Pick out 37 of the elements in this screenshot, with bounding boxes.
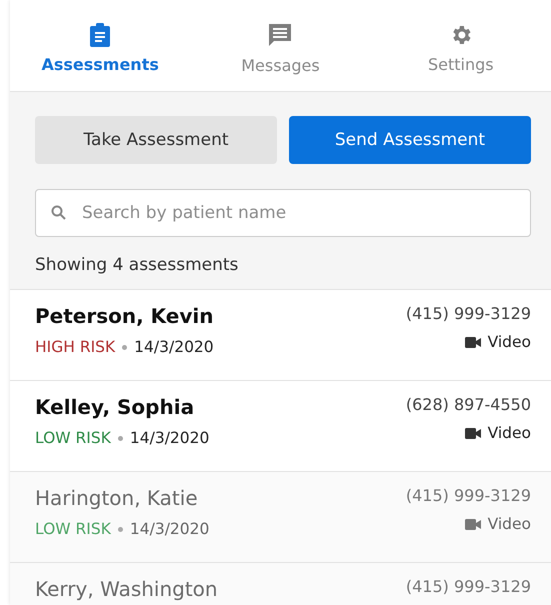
separator-dot bbox=[122, 344, 128, 350]
take-button[interactable]: Take Assessment bbox=[35, 116, 277, 164]
video-camera-icon bbox=[464, 336, 481, 348]
patient-name: Peterson, Kevin bbox=[35, 304, 214, 328]
message-icon bbox=[267, 22, 294, 48]
nav-tab[interactable]: Settings bbox=[370, 0, 551, 91]
nav-tab[interactable]: Messages bbox=[190, 0, 371, 91]
clipboard-icon bbox=[90, 23, 110, 47]
assessment-row[interactable]: Peterson, Kevin HIGH RISK 14/3/2020 (415) 999-3129 Video bbox=[10, 289, 551, 380]
separator-dot bbox=[118, 526, 123, 532]
phone-number: (415) 999-3129 bbox=[406, 486, 531, 505]
session-mode: Video bbox=[488, 515, 531, 533]
search-icon bbox=[51, 205, 66, 220]
phone-number: (415) 999-3129 bbox=[406, 304, 531, 323]
patient-name: Harington, Katie bbox=[35, 486, 198, 510]
nav-tab[interactable]: Assessments bbox=[10, 0, 190, 91]
risk-label: LOW RISK bbox=[35, 520, 111, 538]
assessment-date: 14/3/2020 bbox=[134, 338, 214, 356]
patient-name: Kerry, Washington bbox=[35, 577, 218, 601]
results-count: Showing 4 assessments bbox=[35, 255, 240, 275]
patient-name: Kelley, Sophia bbox=[35, 395, 194, 419]
phone-number: (415) 999-3129 bbox=[406, 577, 531, 596]
session-mode: Video bbox=[488, 333, 531, 351]
risk-label: LOW RISK bbox=[35, 429, 111, 447]
separator-dot bbox=[118, 436, 123, 440]
risk-label: HIGH RISK bbox=[35, 338, 116, 356]
assessment-row[interactable]: Kelley, Sophia LOW RISK 14/3/2020 (628) 897-4550 Video bbox=[10, 380, 551, 471]
assessment-date: 14/3/2020 bbox=[130, 520, 210, 538]
video-camera-icon bbox=[464, 518, 481, 530]
session-mode: Video bbox=[488, 424, 531, 442]
assessment-date: 14/3/2020 bbox=[130, 429, 210, 447]
send-button[interactable]: Send Assessment bbox=[289, 116, 531, 164]
search-field[interactable]: Search by patient name bbox=[35, 189, 531, 237]
video-camera-icon bbox=[464, 428, 481, 438]
assessment-row[interactable]: Harington, Katie LOW RISK 14/3/2020 (415) 999-3129 Video bbox=[10, 471, 551, 562]
assessment-row[interactable]: Kerry, Washington (415) 999-3129 bbox=[10, 562, 551, 605]
phone-number: (628) 897-4550 bbox=[406, 395, 531, 414]
